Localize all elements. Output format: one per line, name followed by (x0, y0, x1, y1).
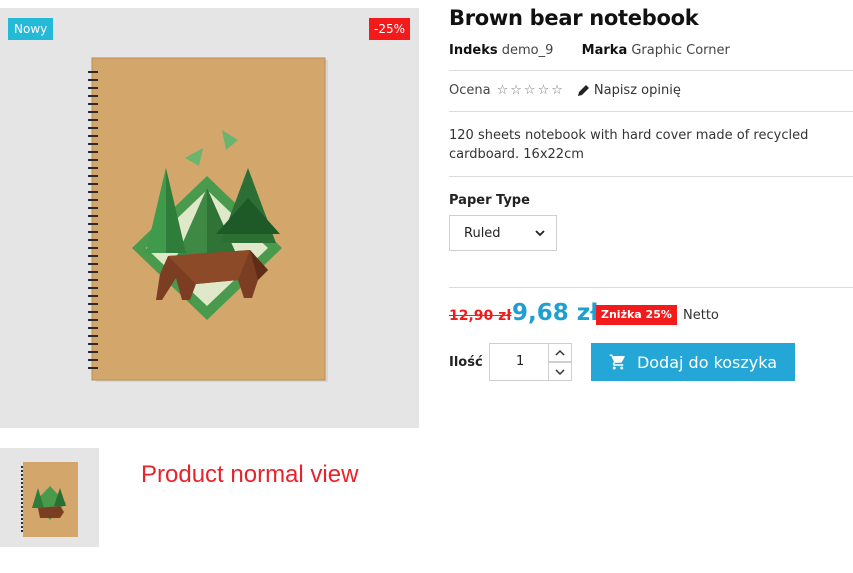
chevron-up-icon (555, 349, 565, 356)
product-thumbnail[interactable] (0, 448, 99, 547)
divider (449, 176, 853, 177)
reference-value: demo_9 (501, 43, 554, 58)
brand-value: Graphic Corner (631, 43, 730, 58)
discount-badge: Zniżka 25% (596, 305, 677, 325)
product-meta: Indeks demo_9 Marka Graphic Corner (449, 43, 730, 58)
new-badge: Nowy (8, 18, 54, 40)
paper-type-value: Ruled (464, 225, 501, 241)
star-outline-icon: ☆ (523, 83, 536, 98)
tax-label: Netto (683, 308, 719, 323)
divider (449, 111, 853, 112)
discount-flag: -25% (369, 18, 411, 40)
reference-label: Indeks (449, 43, 498, 58)
chevron-down-icon (555, 368, 565, 375)
rating-label: Ocena (449, 83, 491, 98)
quantity-decrease-button[interactable] (548, 362, 572, 381)
chevron-down-icon (535, 230, 545, 237)
regular-price: 12,90 zł (449, 308, 512, 324)
product-title: Brown bear notebook (449, 6, 699, 30)
star-outline-icon: ☆ (496, 83, 509, 98)
star-outline-icon: ☆ (537, 83, 550, 98)
current-price: 9,68 zł (512, 300, 599, 326)
write-review-link[interactable]: Napisz opinię (577, 83, 681, 98)
paper-type-select[interactable]: Ruled (449, 215, 557, 251)
quantity-label: Ilość (449, 355, 483, 370)
quantity-increase-button[interactable] (548, 343, 572, 362)
rating-stars[interactable]: ☆ ☆ ☆ ☆ ☆ (497, 83, 563, 98)
divider (449, 70, 853, 71)
notebook-illustration (88, 57, 328, 382)
brand-label: Marka (581, 43, 628, 58)
quantity-input[interactable]: 1 (489, 343, 549, 381)
write-review-label: Napisz opinię (593, 83, 681, 98)
divider (449, 287, 853, 288)
pencil-icon (577, 85, 589, 96)
star-outline-icon: ☆ (551, 83, 563, 98)
star-outline-icon: ☆ (510, 83, 522, 98)
notebook-thumbnail-illustration (21, 462, 78, 537)
add-to-cart-label: Dodaj do koszyka (636, 352, 778, 372)
add-to-cart-button[interactable]: Dodaj do koszyka (591, 343, 795, 381)
product-cover-image[interactable] (0, 8, 419, 428)
image-caption: Product normal view (141, 461, 359, 488)
product-description: 120 sheets notebook with hard cover made… (449, 128, 809, 162)
rating-row: Ocena ☆ ☆ ☆ ☆ ☆ Napisz opinię (449, 83, 681, 98)
paper-type-label: Paper Type (449, 193, 530, 208)
shopping-cart-icon (609, 354, 625, 370)
